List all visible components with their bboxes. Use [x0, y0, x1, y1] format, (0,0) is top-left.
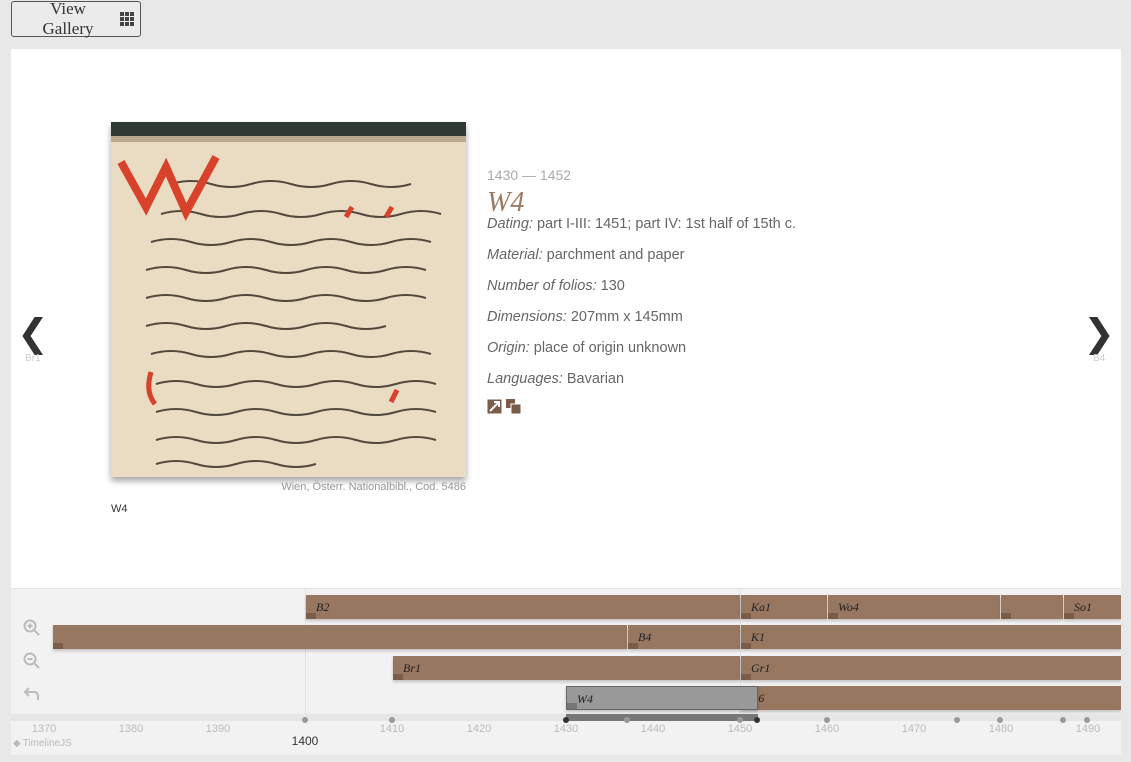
timeline-tick: 1420 [466, 723, 492, 735]
timeline-tick: 1410 [379, 723, 405, 735]
timeline-event[interactable]: B2 [306, 595, 740, 619]
field-origin-label: Origin: [487, 340, 530, 356]
field-dimensions-value: 207mm x 145mm [570, 309, 683, 325]
timeline-marker [1060, 717, 1066, 723]
slide-text: 1430 — 1452 W4 Dating: part I-III: 1451;… [487, 167, 797, 415]
timeline-event-label: Gr1 [751, 661, 771, 675]
field-dimensions: Dimensions: 207mm x 145mm [487, 306, 797, 328]
timeline-event[interactable]: K1 [741, 625, 1121, 649]
field-dating: Dating: part I-III: 1451; part IV: 1st h… [487, 213, 797, 235]
previous-slide-button[interactable]: ❮ Br1 [17, 313, 49, 364]
field-material-label: Material: [487, 247, 543, 263]
field-folios-label: Number of folios: [487, 278, 597, 294]
timeline-event-label: Ka1 [751, 600, 772, 614]
field-languages-label: Languages: [487, 371, 563, 387]
field-origin-value: place of origin unknown [533, 340, 687, 356]
copy-icon[interactable] [506, 399, 522, 415]
image-credit: Wien, Österr. Nationalbibl., Cod. 5486 [281, 481, 466, 493]
timeline-marker [624, 717, 630, 723]
timeline-tick: 1450 [727, 723, 753, 735]
timeline-event[interactable]: Gr1 [741, 656, 1121, 680]
timeline-marker [302, 717, 308, 723]
timeline-tick: 1370 [31, 723, 57, 735]
zoom-in-icon[interactable] [21, 611, 43, 644]
timeline-tick: 1490 [1075, 723, 1101, 735]
field-dimensions-label: Dimensions: [487, 309, 567, 325]
timeline-tick: 1460 [814, 723, 840, 735]
timeline-event-active[interactable]: W4 [566, 686, 758, 710]
timeline-event-label: B2 [316, 600, 330, 614]
timeline-tick: 1470 [901, 723, 927, 735]
manuscript-image [111, 122, 466, 477]
field-material: Material: parchment and paper [487, 244, 797, 266]
field-languages-value: Bavarian [566, 371, 625, 387]
field-dating-label: Dating: [487, 216, 533, 232]
timeline-event[interactable]: B4 [628, 625, 740, 649]
expand-icon[interactable] [487, 399, 502, 414]
timeline-major-tick: 1400 [291, 734, 319, 748]
timeline-tick: 1380 [118, 723, 144, 735]
timeline-event[interactable]: Br1 [393, 656, 740, 680]
slide-panel: ❮ Br1 ❯ B4 Wien, Österr. Nationalbibl., … [11, 49, 1121, 588]
timeline-marker [754, 717, 760, 723]
zoom-out-icon[interactable] [21, 644, 43, 677]
field-dating-value: part I-III: 1451; part IV: 1st half of 1… [536, 216, 796, 232]
timeline-tick: 1440 [640, 723, 666, 735]
image-caption: W4 [111, 503, 128, 515]
timeline-event[interactable]: Β6 [741, 686, 1121, 710]
timelinejs-brand[interactable]: TimelineJS [13, 738, 72, 749]
timeline-event[interactable] [1001, 595, 1063, 619]
slide-date: 1430 — 1452 [487, 167, 572, 183]
timeline-event[interactable]: So1 [1064, 595, 1121, 619]
timeline-event[interactable] [53, 625, 627, 649]
chevron-right-icon: ❯ [1083, 311, 1115, 355]
timeline-tick: 1390 [205, 723, 231, 735]
back-icon[interactable] [21, 677, 43, 710]
timeline-event-label: Br1 [403, 661, 421, 675]
field-languages: Languages: Bavarian [487, 368, 797, 390]
timeline-event-label: B4 [638, 630, 652, 644]
timeline-tick: 1430 [553, 723, 579, 735]
timeline-event[interactable]: Ka1 [741, 595, 827, 619]
field-folios: Number of folios: 130 [487, 275, 797, 297]
timeline-tick: 1480 [988, 723, 1014, 735]
timeline-active-range [566, 714, 758, 721]
view-gallery-button[interactable]: View Gallery [11, 0, 141, 38]
view-gallery-label: View Gallery [42, 0, 94, 38]
timeline-menu [21, 611, 43, 710]
field-origin: Origin: place of origin unknown [487, 337, 797, 359]
timeline-event[interactable]: Wo4 [828, 595, 1000, 619]
field-material-value: parchment and paper [546, 247, 685, 263]
timeline-marker [954, 717, 960, 723]
timeline-event-label: W4 [577, 692, 593, 706]
grid-icon [120, 12, 134, 26]
timeline-event-label: So1 [1074, 600, 1092, 614]
timeline: B2 Ka1 Wo4 So1 B4 K1 Br1 Gr1 Β6 W4 1370 … [11, 588, 1121, 755]
timeline-event-label: Wo4 [838, 600, 859, 614]
next-slide-button[interactable]: ❯ B4 [1083, 313, 1115, 364]
chevron-left-icon: ❮ [17, 311, 49, 355]
timeline-event-label: K1 [751, 630, 766, 644]
field-folios-value: 130 [600, 278, 625, 294]
